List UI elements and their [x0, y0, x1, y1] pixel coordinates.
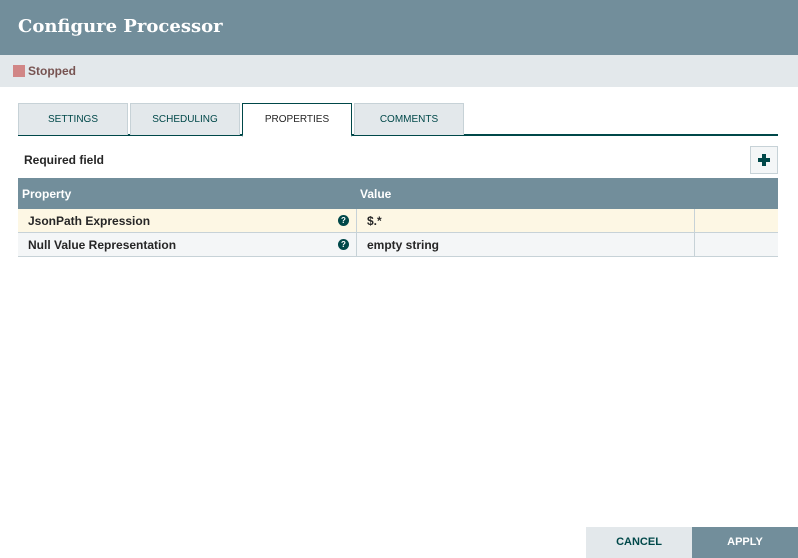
plus-icon [758, 154, 770, 166]
add-property-button[interactable] [750, 146, 778, 174]
tab-comments[interactable]: COMMENTS [354, 103, 464, 135]
tab-bar: SETTINGS SCHEDULING PROPERTIES COMMENTS [18, 103, 778, 137]
table-row[interactable]: Null Value Representation ? empty string [18, 233, 778, 257]
question-circle-icon[interactable]: ? [338, 215, 349, 226]
column-header-value: Value [360, 187, 392, 201]
property-name: Null Value Representation [28, 238, 177, 252]
dialog-title: Configure Processor [18, 16, 223, 37]
column-header-property: Property [22, 187, 72, 201]
required-field-label: Required field [24, 153, 105, 167]
table-row[interactable]: JsonPath Expression ? $.* [18, 209, 778, 233]
property-name: JsonPath Expression [28, 214, 151, 228]
status-label: Stopped [28, 64, 76, 78]
property-value[interactable]: $.* [367, 214, 382, 228]
apply-button[interactable]: APPLY [692, 527, 798, 558]
properties-table: Property Value JsonPath Expression ? $.*… [18, 178, 778, 257]
stopped-icon [13, 65, 25, 77]
status-bar: Stopped [0, 55, 798, 87]
question-circle-icon[interactable]: ? [338, 239, 349, 250]
cancel-button[interactable]: CANCEL [586, 527, 692, 558]
tab-scheduling[interactable]: SCHEDULING [130, 103, 240, 135]
dialog-header: Configure Processor [0, 0, 798, 55]
tab-settings[interactable]: SETTINGS [18, 103, 128, 135]
table-header: Property Value [18, 178, 778, 209]
tab-properties[interactable]: PROPERTIES [242, 103, 352, 137]
property-value[interactable]: empty string [367, 238, 439, 252]
